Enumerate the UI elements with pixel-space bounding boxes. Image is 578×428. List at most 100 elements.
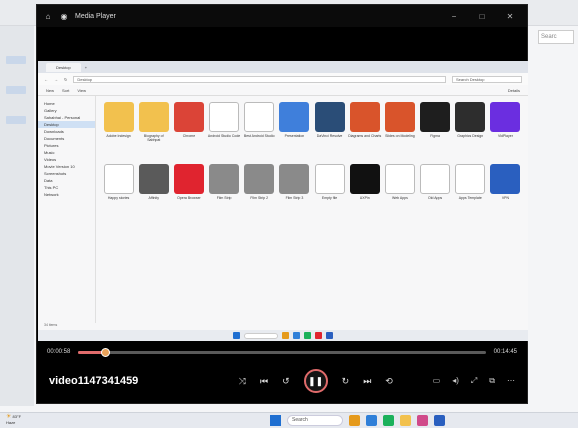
file-item: Adobe Indesign xyxy=(102,102,135,164)
file-item: Film Strip xyxy=(208,164,241,226)
weather-desc: Haze xyxy=(6,420,16,425)
next-icon[interactable]: ⏭ xyxy=(363,376,371,387)
task-view-icon[interactable] xyxy=(366,415,377,426)
background-sidebar-item[interactable] xyxy=(6,86,26,94)
file-icon xyxy=(420,164,451,194)
nav-item: Music xyxy=(44,150,55,155)
shuffle-icon[interactable]: ⤨ xyxy=(239,376,246,387)
nav-item: Videos xyxy=(44,157,57,162)
nav-item: Desktop xyxy=(38,121,95,128)
explorer-tab: Desktop xyxy=(46,62,81,72)
playback-timeline: 00:00:58 00:14:45 xyxy=(37,345,527,359)
back-icon: ← xyxy=(44,76,48,82)
weather-widget[interactable]: ☀ 83°F Haze xyxy=(6,414,21,425)
file-icon xyxy=(173,102,204,132)
recorded-search-box xyxy=(244,332,278,339)
app-icon[interactable] xyxy=(417,415,428,426)
file-item: Presentation xyxy=(278,102,311,164)
cmd-details: Details xyxy=(507,87,520,93)
file-icon xyxy=(490,164,521,194)
close-button[interactable]: ✕ xyxy=(499,12,521,21)
cmd-sort: Sort xyxy=(62,87,70,93)
explorer-address-row: ← → ↻ Desktop Search Desktop xyxy=(38,73,528,85)
volume-icon[interactable]: ◂) xyxy=(452,376,459,386)
home-icon[interactable]: ⌂ xyxy=(43,11,53,21)
repeat-icon[interactable]: ⟲ xyxy=(385,376,393,387)
file-label: Slides on Modeling xyxy=(385,134,415,138)
recorded-taskbar xyxy=(38,330,528,341)
nav-item: Network xyxy=(44,192,59,197)
explorer-address-bar: Desktop xyxy=(73,75,446,83)
explorer-search-box: Search Desktop xyxy=(452,75,522,83)
file-label: Old Apps xyxy=(427,196,443,200)
file-icon xyxy=(103,102,134,132)
recorded-app-icon xyxy=(293,332,300,339)
file-label: Adobe Indesign xyxy=(106,134,131,138)
captions-icon[interactable]: ▭ xyxy=(433,376,441,386)
playback-controls: video1147341459 ⤨ ⏮ ↺ ❚❚ ↻ ⏭ ⟲ ▭ ◂) ⤢ ⧉ … xyxy=(37,363,527,399)
file-icon xyxy=(384,102,415,132)
weather-temp: 83°F xyxy=(12,414,22,419)
previous-icon[interactable]: ⏮ xyxy=(260,376,268,387)
new-tab-icon: + xyxy=(84,64,88,70)
nav-item: Home xyxy=(44,101,55,106)
nav-item: Data xyxy=(44,178,53,183)
file-item: Biography of Sabhpat xyxy=(137,102,170,164)
file-explorer-icon[interactable] xyxy=(400,415,411,426)
forward-30-icon[interactable]: ↻ xyxy=(342,376,350,387)
recorded-app-icon xyxy=(304,332,311,339)
taskbar-search[interactable]: Search xyxy=(287,415,343,426)
seek-bar[interactable] xyxy=(78,347,486,357)
file-icon xyxy=(314,164,345,194)
file-item: Graphics Design xyxy=(454,102,487,164)
file-label: Android Studio Code xyxy=(207,134,241,138)
background-sidebar xyxy=(0,26,34,406)
app-icon[interactable] xyxy=(434,415,445,426)
file-item: Happy stories xyxy=(102,164,135,226)
file-item: Apps Template xyxy=(454,164,487,226)
file-label: Chrome xyxy=(182,134,196,138)
fullscreen-icon[interactable]: ⤢ xyxy=(471,376,477,386)
windows-start-icon[interactable] xyxy=(270,415,281,426)
pause-button[interactable]: ❚❚ xyxy=(303,369,328,393)
file-label: Film Strip 2 xyxy=(250,196,269,200)
file-item: Chrome xyxy=(172,102,205,164)
file-item: Slides on Modeling xyxy=(383,102,416,164)
background-search-box[interactable]: Searc xyxy=(538,30,574,44)
file-item: Android Studio Code xyxy=(208,102,241,164)
file-icon xyxy=(138,102,169,132)
file-icon xyxy=(209,164,240,194)
widgets-icon[interactable] xyxy=(349,415,360,426)
file-icon xyxy=(490,102,521,132)
file-label: Figma xyxy=(430,134,440,138)
explorer-status-bar: 34 items xyxy=(44,323,58,327)
total-time: 00:14:45 xyxy=(493,349,517,355)
more-options-icon[interactable]: ⋯ xyxy=(507,376,515,386)
background-sidebar-item[interactable] xyxy=(6,56,26,64)
file-icon xyxy=(279,164,310,194)
maximize-button[interactable]: □ xyxy=(471,12,493,21)
file-item: DaVinci Resolve xyxy=(313,102,346,164)
video-name: video1147341459 xyxy=(49,375,139,387)
player-title-bar: ⌂ ◉ Media Player − □ ✕ xyxy=(37,5,527,27)
rewind-10-icon[interactable]: ↺ xyxy=(282,376,290,387)
os-taskbar: ☀ 83°F Haze Search xyxy=(0,412,578,428)
cmd-new: New xyxy=(46,87,55,93)
nav-item: Downloads xyxy=(44,129,64,134)
video-frame[interactable]: Desktop + ← → ↻ Desktop Search Desktop N… xyxy=(38,61,528,341)
file-icon xyxy=(420,102,451,132)
file-label: Film Strip xyxy=(216,196,232,200)
file-item: Old Apps xyxy=(419,164,452,226)
minimize-button[interactable]: − xyxy=(443,12,465,21)
explorer-nav-pane: Home Gallery Sahabhai - Personal Desktop Dow… xyxy=(38,96,96,323)
chrome-icon[interactable] xyxy=(383,415,394,426)
miniplayer-icon[interactable]: ⧉ xyxy=(489,376,495,386)
recorded-app-icon xyxy=(315,332,322,339)
file-item: VPN xyxy=(489,164,522,226)
file-item: UXPin xyxy=(348,164,381,226)
file-icon xyxy=(244,102,275,132)
seek-bar-thumb[interactable] xyxy=(101,347,111,357)
recorded-app-icon xyxy=(282,332,289,339)
file-icon xyxy=(244,164,275,194)
background-sidebar-item[interactable] xyxy=(6,116,26,124)
